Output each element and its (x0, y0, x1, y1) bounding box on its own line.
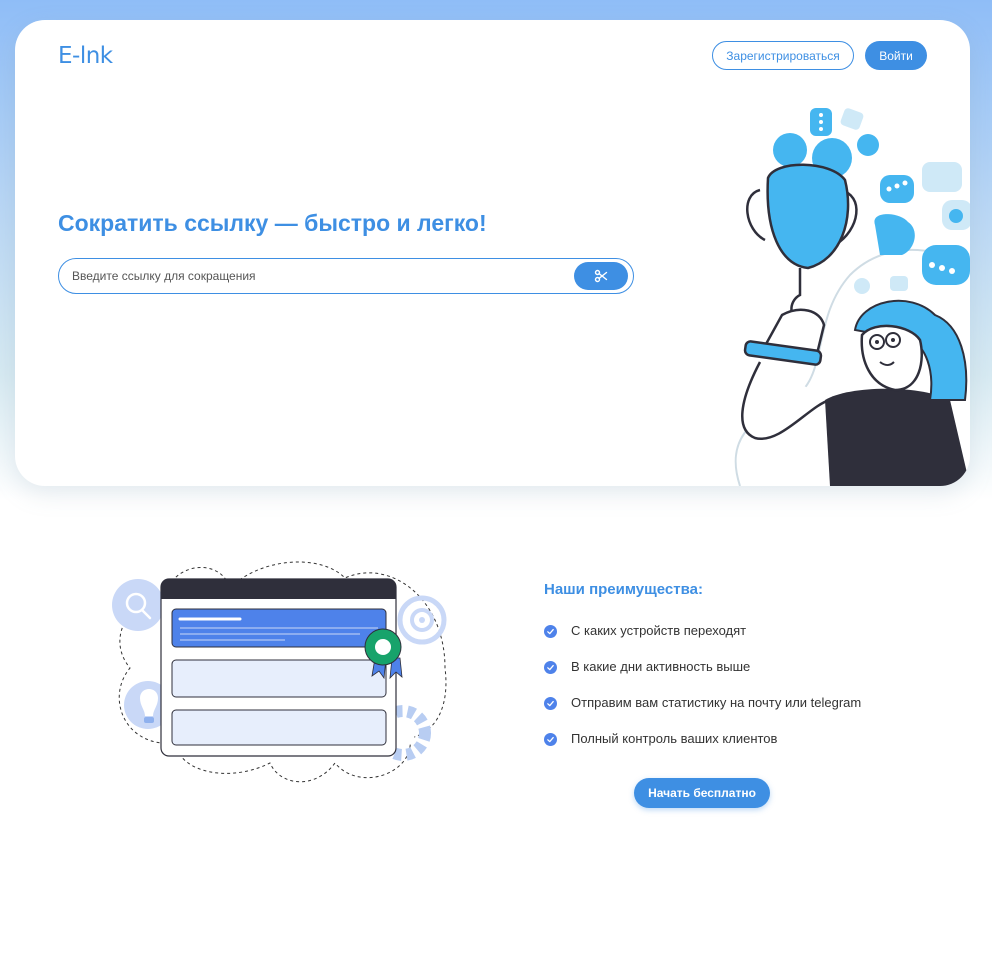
list-item-text: С каких устройств переходят (571, 622, 747, 638)
certificate-illustration (112, 561, 447, 783)
list-item: Полный контроль ваших клиентов (544, 728, 861, 764)
advantages-list: С каких устройств переходят В какие дни … (544, 620, 861, 764)
register-button[interactable]: Зарегистрироваться (712, 41, 854, 70)
list-item-text: В какие дни активность выше (571, 658, 751, 674)
list-item: Отправим вам статистику на почту или tel… (544, 692, 861, 728)
check-icon (544, 732, 557, 746)
check-icon (544, 696, 557, 710)
logo[interactable]: E-lnk (58, 43, 113, 69)
list-item-text: Полный контроль ваших клиентов (571, 730, 778, 746)
shorten-button[interactable] (574, 262, 628, 290)
advantages-title: Наши преимущества: (544, 581, 703, 598)
check-icon (544, 624, 557, 638)
check-icon (544, 660, 557, 674)
list-item-text: Отправим вам статистику на почту или tel… (571, 694, 862, 710)
hero-card: E-lnk Зарегистрироваться Войти Сократить… (15, 20, 970, 486)
hero-title: Сократить ссылку — быстро и легко! (58, 210, 487, 236)
list-item: В какие дни активность выше (544, 656, 861, 692)
scissors-icon (594, 269, 608, 283)
list-item: С каких устройств переходят (544, 620, 861, 656)
login-button[interactable]: Войти (865, 41, 927, 70)
start-free-button[interactable]: Начать бесплатно (634, 778, 770, 808)
shorten-form (58, 258, 634, 294)
url-input[interactable] (72, 267, 552, 285)
trophy-girl-illustration (734, 108, 970, 486)
